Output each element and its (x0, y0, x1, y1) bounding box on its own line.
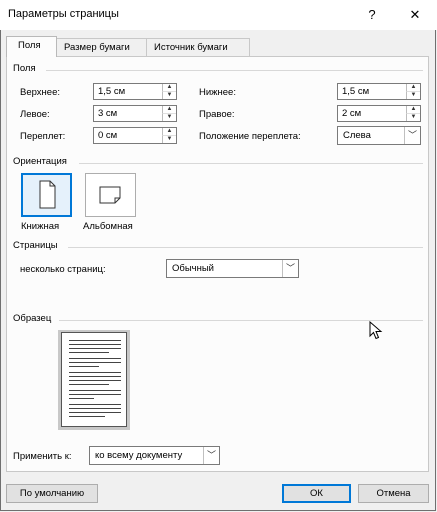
tab-label: Поля (18, 40, 41, 51)
right-margin-field[interactable]: 2 см ▲ ▼ (337, 105, 421, 122)
preview-page (61, 332, 127, 427)
chevron-down-icon: ﹀ (203, 447, 219, 464)
tab-label: Размер бумаги (64, 42, 130, 53)
mouse-cursor-icon (369, 321, 383, 340)
spin-up-icon[interactable]: ▲ (162, 84, 176, 92)
tab-label: Источник бумаги (154, 42, 228, 53)
spin-down-icon[interactable]: ▼ (162, 92, 176, 99)
spin-down-icon[interactable]: ▼ (406, 114, 420, 121)
multiple-pages-value: Обычный (172, 263, 214, 274)
tab-paper-source[interactable]: Источник бумаги (146, 38, 250, 56)
spin-up-icon[interactable]: ▲ (162, 106, 176, 114)
pages-group-label: Страницы (13, 240, 58, 251)
gutter-label: Переплет: (20, 131, 66, 142)
portrait-button[interactable] (21, 173, 72, 217)
pages-divider (68, 247, 423, 248)
top-margin-label: Верхнее: (20, 87, 60, 98)
portrait-label: Книжная (21, 221, 60, 232)
top-margin-value: 1,5 см (98, 86, 126, 97)
ok-button[interactable]: ОК (282, 484, 351, 503)
window-title: Параметры страницы (8, 8, 119, 20)
multiple-pages-label: несколько страниц: (20, 264, 106, 275)
spin-down-icon[interactable]: ▼ (406, 92, 420, 99)
gutter-position-label: Положение переплета: (199, 131, 301, 142)
landscape-label: Альбомная (83, 221, 133, 232)
preview-group-label: Образец (13, 313, 52, 324)
top-margin-field[interactable]: 1,5 см ▲ ▼ (93, 83, 177, 100)
bottom-margin-value: 1,5 см (342, 86, 370, 97)
gutter-position-select[interactable]: Слева ﹀ (337, 126, 421, 145)
close-icon: ✕ (409, 7, 421, 22)
spin-up-icon[interactable]: ▲ (162, 128, 176, 136)
portrait-page-icon (39, 180, 56, 209)
help-button[interactable]: ? (360, 4, 384, 26)
margins-group-label: Поля (13, 63, 36, 74)
right-margin-value: 2 см (342, 108, 362, 119)
landscape-page-icon (99, 186, 121, 204)
gutter-position-value: Слева (343, 130, 371, 141)
set-default-button[interactable]: По умолчанию (6, 484, 98, 503)
orientation-group-label: Ориентация (13, 156, 67, 167)
apply-to-select[interactable]: ко всему документу ﹀ (89, 446, 220, 465)
multiple-pages-select[interactable]: Обычный ﹀ (166, 259, 299, 278)
apply-to-value: ко всему документу (95, 450, 183, 461)
orientation-divider (79, 163, 423, 164)
spin-down-icon[interactable]: ▼ (162, 114, 176, 121)
left-margin-field[interactable]: 3 см ▲ ▼ (93, 105, 177, 122)
bottom-margin-field[interactable]: 1,5 см ▲ ▼ (337, 83, 421, 100)
spin-up-icon[interactable]: ▲ (406, 106, 420, 114)
right-margin-label: Правое: (199, 109, 235, 120)
margins-divider (46, 70, 423, 71)
spin-down-icon[interactable]: ▼ (162, 136, 176, 143)
tab-paper-size[interactable]: Размер бумаги (56, 38, 147, 56)
cancel-button[interactable]: Отмена (358, 484, 429, 503)
chevron-down-icon: ﹀ (282, 260, 298, 277)
landscape-button[interactable] (85, 173, 136, 217)
gutter-value: 0 см (98, 130, 118, 141)
left-margin-label: Левое: (20, 109, 50, 120)
chevron-down-icon: ﹀ (404, 127, 420, 144)
spin-up-icon[interactable]: ▲ (406, 84, 420, 92)
tab-margins[interactable]: Поля (6, 36, 57, 57)
apply-to-label: Применить к: (13, 451, 72, 462)
left-margin-value: 3 см (98, 108, 118, 119)
bottom-margin-label: Нижнее: (199, 87, 236, 98)
close-button[interactable]: ✕ (403, 4, 427, 26)
gutter-field[interactable]: 0 см ▲ ▼ (93, 127, 177, 144)
